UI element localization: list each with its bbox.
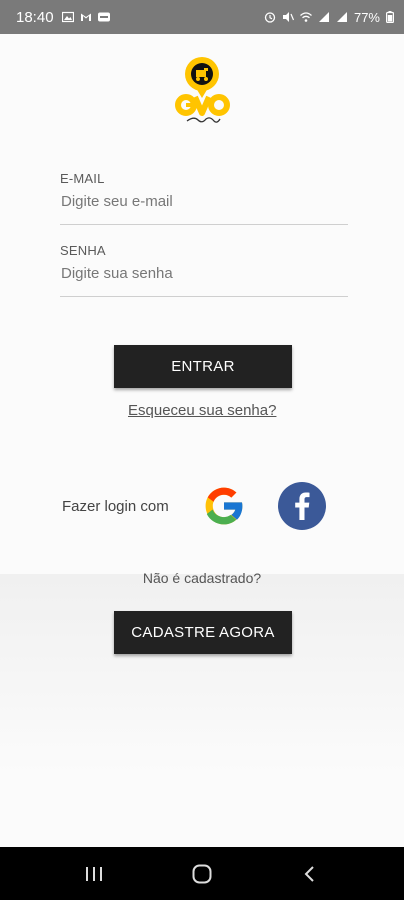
image-icon bbox=[61, 11, 74, 23]
email-input[interactable] bbox=[60, 186, 348, 216]
email-underline bbox=[60, 224, 348, 225]
mute-icon bbox=[282, 12, 294, 22]
status-bar: 18:40 77% bbox=[0, 0, 404, 34]
alarm-icon bbox=[264, 12, 276, 23]
gvo-delivery-logo bbox=[175, 57, 230, 123]
login-screen: E-MAIL SENHA ENTRAR Esqueceu sua senha? … bbox=[0, 34, 404, 847]
wifi-icon bbox=[300, 12, 312, 22]
social-login-label: Fazer login com bbox=[62, 498, 169, 515]
app-icon bbox=[97, 12, 110, 22]
navigation-bar bbox=[0, 847, 404, 900]
background-band bbox=[0, 574, 404, 774]
password-underline bbox=[60, 296, 348, 297]
password-field: SENHA bbox=[60, 243, 348, 297]
battery-icon bbox=[386, 11, 394, 23]
signal-icon bbox=[336, 12, 347, 22]
password-label: SENHA bbox=[60, 243, 106, 258]
status-time: 18:40 bbox=[16, 8, 54, 26]
forgot-password-link[interactable]: Esqueceu sua senha? bbox=[128, 402, 276, 419]
signal-icon bbox=[318, 12, 329, 22]
register-button[interactable]: CADASTRE AGORA bbox=[114, 611, 292, 654]
recents-icon[interactable] bbox=[84, 864, 104, 884]
email-label: E-MAIL bbox=[60, 171, 105, 186]
battery-percentage: 77% bbox=[353, 9, 380, 25]
google-icon[interactable] bbox=[200, 482, 248, 530]
login-button[interactable]: ENTRAR bbox=[114, 345, 292, 388]
facebook-icon[interactable] bbox=[278, 482, 326, 530]
back-icon[interactable] bbox=[300, 864, 320, 884]
gmail-icon bbox=[80, 13, 91, 21]
register-question: Não é cadastrado? bbox=[142, 570, 262, 586]
password-input[interactable] bbox=[60, 258, 348, 288]
email-field: E-MAIL bbox=[60, 171, 348, 225]
home-icon[interactable] bbox=[191, 863, 213, 885]
